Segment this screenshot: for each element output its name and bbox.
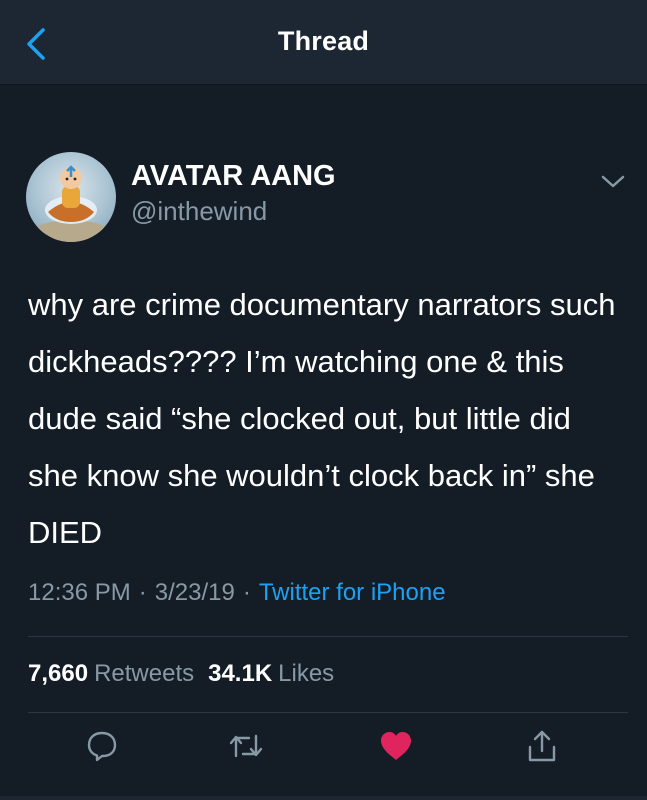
retweets-label: Retweets — [94, 660, 195, 687]
share-button[interactable] — [518, 722, 566, 770]
meta-separator: · — [138, 579, 147, 606]
retweet-icon — [229, 734, 263, 758]
display-name[interactable]: AVATAR AANG — [131, 160, 336, 193]
retweets-count: 7,660 — [28, 660, 89, 687]
tweet-menu-button[interactable] — [598, 170, 628, 194]
tweet-meta: 12:36 PM · 3/23/19 · Twitter for iPhone — [28, 579, 446, 607]
bottom-edge — [0, 796, 647, 800]
reply-button[interactable] — [78, 722, 126, 770]
like-button[interactable] — [372, 722, 420, 770]
navigation-bar: Thread — [0, 0, 647, 85]
likes-stat[interactable]: 34.1K Likes — [208, 660, 334, 687]
tweet-date: 3/23/19 — [154, 579, 235, 606]
tweet-time: 12:36 PM — [28, 579, 131, 606]
retweets-stat[interactable]: 7,660 Retweets — [28, 660, 194, 687]
tweet-actions — [0, 722, 647, 778]
tweet-source-link[interactable]: Twitter for iPhone — [259, 579, 446, 606]
meta-separator: · — [242, 579, 251, 606]
tweet-stats: 7,660 Retweets 34.1K Likes — [28, 660, 334, 688]
chevron-down-icon — [601, 175, 625, 188]
page-title: Thread — [277, 26, 370, 56]
reply-icon — [87, 731, 117, 762]
divider — [28, 712, 628, 713]
tweet-text: why are crime documentary narrators such… — [28, 287, 625, 550]
avatar[interactable] — [26, 152, 116, 242]
avatar-image — [31, 165, 111, 242]
divider — [28, 636, 628, 637]
heart-icon — [381, 732, 411, 760]
likes-count: 34.1K — [208, 660, 273, 687]
likes-label: Likes — [278, 660, 335, 687]
share-icon — [528, 730, 556, 762]
retweet-button[interactable] — [222, 722, 270, 770]
user-handle[interactable]: @inthewind — [131, 196, 267, 227]
